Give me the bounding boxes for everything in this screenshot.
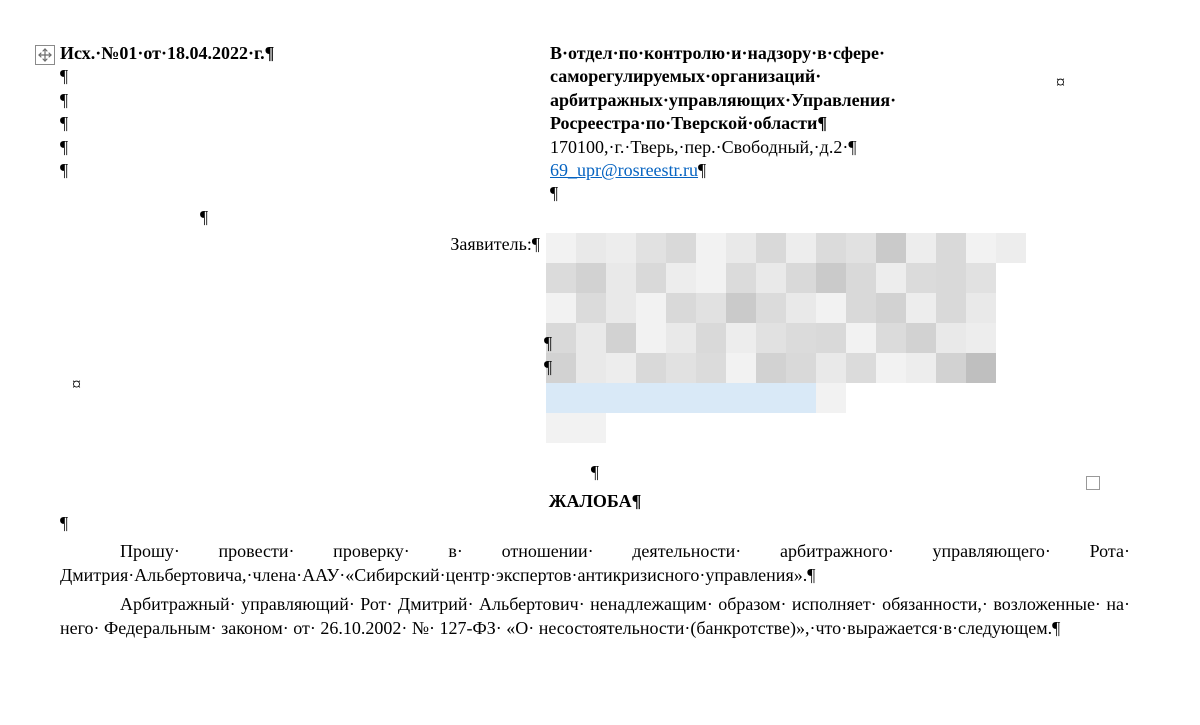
- header-right-cell: В·отдел·по·контролю·и·надзору·в·сфере· с…: [550, 42, 1070, 206]
- empty-paragraph: ¶: [60, 512, 1130, 535]
- document-body[interactable]: Исх.·№01·от·18.04.2022·г.¶ ¶ ¶ ¶ ¶ ¶ В·о…: [60, 42, 1130, 640]
- empty-paragraph: ¶: [60, 65, 540, 88]
- header-left-cell: Исх.·№01·от·18.04.2022·г.¶ ¶ ¶ ¶ ¶ ¶: [60, 42, 550, 206]
- recipient-line: арбитражных·управляющих·Управления·: [550, 89, 1070, 112]
- header-table: Исх.·№01·от·18.04.2022·г.¶ ¶ ¶ ¶ ¶ ¶ В·о…: [60, 42, 1130, 206]
- recipient-line: Росреестра·по·Тверской·области¶: [550, 112, 1070, 135]
- empty-paragraph: ¶: [550, 182, 1070, 205]
- recipient-line: саморегулируемых·организаций·: [550, 65, 1070, 88]
- recipient-line: В·отдел·по·контролю·и·надзору·в·сфере·: [550, 42, 1070, 65]
- recipient-address: 170100,·г.·Тверь,·пер.·Свободный,·д.2·¶: [550, 136, 1070, 159]
- applicant-row: Заявитель:¶: [60, 233, 1130, 443]
- empty-paragraph: ¶: [60, 136, 540, 159]
- table-resize-handle[interactable]: [1086, 476, 1100, 490]
- empty-paragraph: ¶: [60, 89, 540, 112]
- body-paragraph-2: Арбитражный· управляющий· Рот· Дмитрий· …: [60, 592, 1130, 641]
- applicant-label: Заявитель:¶: [60, 233, 540, 443]
- applicant-redacted-block: [546, 233, 1026, 443]
- centered-pilcrow: ¶: [60, 461, 1130, 484]
- table-move-handle[interactable]: [35, 45, 55, 65]
- right-pilcrow: ¶: [544, 356, 552, 379]
- body-p2-text: Арбитражный· управляющий· Рот· Дмитрий· …: [60, 594, 1130, 638]
- empty-paragraph: ¶: [60, 112, 540, 135]
- outgoing-ref: Исх.·№01·от·18.04.2022·г.¶: [60, 42, 540, 65]
- redacted-pixelation: [546, 233, 1026, 443]
- pilcrow-mark: ¶: [698, 160, 706, 180]
- body-p1-text: Прошу· провести· проверку· в· отношении·…: [60, 541, 1130, 585]
- right-pilcrow: ¶: [544, 332, 552, 355]
- recipient-email-link[interactable]: 69_upr@rosreestr.ru: [550, 160, 698, 180]
- body-paragraph-1: Прошу· провести· проверку· в· отношении·…: [60, 539, 1130, 588]
- empty-paragraph: ¶: [60, 159, 540, 182]
- centered-pilcrow: ¶: [200, 206, 1130, 229]
- recipient-email-line: 69_upr@rosreestr.ru¶: [550, 159, 1070, 182]
- document-title: ЖАЛОБА¶: [60, 491, 1130, 512]
